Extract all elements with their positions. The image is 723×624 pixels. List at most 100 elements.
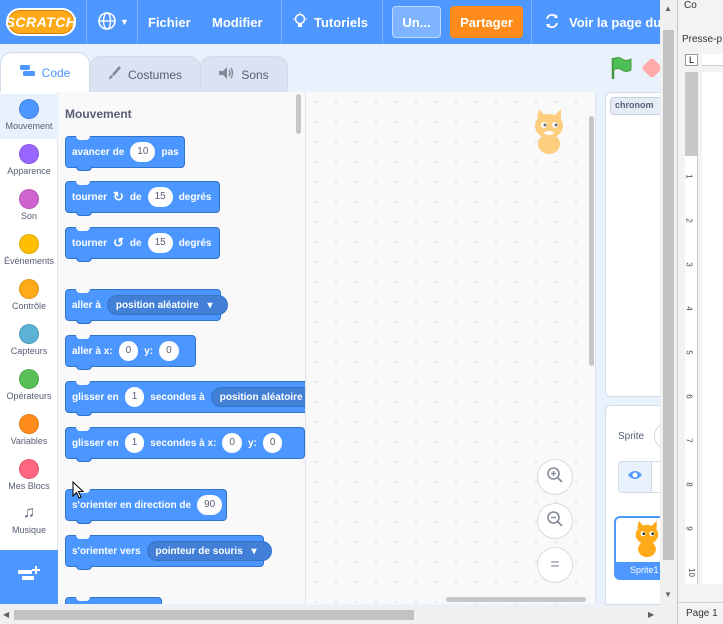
category-label: Variables (10, 436, 48, 446)
ruler-number: 6 (684, 394, 694, 399)
zoom-in-button[interactable] (537, 459, 573, 495)
zoom-reset-button[interactable]: = (537, 547, 573, 583)
project-title-input[interactable]: Un... (392, 6, 441, 38)
category-control[interactable]: Contrôle (0, 274, 58, 319)
category-label: Contrôle (11, 301, 47, 311)
block-glide-to[interactable]: glisser en 1 secondes à position aléatoi… (65, 381, 305, 416)
code-icon (19, 65, 36, 80)
category-sound[interactable]: Son (0, 184, 58, 229)
category-variables[interactable]: Variables (0, 409, 58, 454)
category-label: Son (20, 211, 37, 221)
block-move-steps[interactable]: avancer de 10 pas (65, 136, 185, 171)
eye-icon (627, 468, 643, 486)
tab-code[interactable]: Code (0, 52, 90, 92)
document-page[interactable] (702, 72, 723, 584)
category-motion[interactable]: Mouvement (0, 94, 58, 139)
block-text: tourner (72, 191, 107, 203)
block-text: aller à x: (72, 345, 113, 357)
block-glide-to-xy[interactable]: glisser en 1 secondes à x: 0 y: 0 (65, 427, 305, 462)
y-input[interactable]: 0 (262, 433, 283, 453)
category-label: Opérateurs (6, 391, 52, 401)
tutorials-button[interactable]: Tutoriels (292, 0, 368, 44)
scroll-up-icon[interactable]: ▲ (664, 4, 672, 13)
workspace-vertical-scrollbar[interactable] (589, 116, 594, 366)
degrees-input[interactable]: 15 (147, 187, 173, 207)
steps-input[interactable]: 10 (130, 142, 156, 162)
degrees-input[interactable]: 15 (147, 233, 173, 253)
add-extension-button[interactable] (0, 550, 58, 604)
edit-menu[interactable]: Modifier (212, 0, 263, 44)
ruler-number: 8 (684, 482, 694, 487)
rotate-right-icon: ↻ (113, 189, 124, 204)
events-dot-icon (19, 234, 39, 254)
block-next-partial[interactable] (65, 597, 162, 604)
category-music[interactable]: ♫ Musique (0, 499, 58, 544)
ruler-number: 10 (686, 568, 696, 577)
language-menu[interactable]: ▼ (97, 0, 129, 44)
share-button[interactable]: Partager (450, 6, 523, 38)
direction-input[interactable]: 90 (197, 495, 223, 515)
block-turn-left[interactable]: tourner ↺ de 15 degrés (65, 227, 220, 262)
palette-scrollbar[interactable] (296, 94, 301, 134)
category-sensing[interactable]: Capteurs (0, 319, 58, 364)
block-text: secondes à x: (150, 437, 217, 449)
window-horizontal-scrollbar[interactable]: ◀ ▶ (0, 606, 677, 624)
category-events[interactable]: Événements (0, 229, 58, 274)
see-project-page-label: Voir la page du (569, 14, 662, 30)
tab-costumes[interactable]: Costumes (89, 56, 201, 92)
point-towards-dropdown[interactable]: pointeur de souris ▾ (146, 541, 272, 561)
horizontal-scroll-thumb[interactable] (14, 610, 414, 620)
block-text: tourner (72, 237, 107, 249)
speaker-icon (219, 67, 235, 82)
sprite-watermark-icon (528, 108, 570, 160)
file-menu[interactable]: Fichier (148, 0, 191, 44)
go-to-target-dropdown[interactable]: position aléatoire ▾ (106, 295, 228, 315)
y-input[interactable]: 0 (159, 341, 179, 361)
workspace-horizontal-scrollbar[interactable] (446, 597, 586, 602)
vertical-scroll-thumb[interactable] (663, 30, 674, 560)
chevron-down-icon: ▼ (120, 17, 129, 27)
scroll-left-icon[interactable]: ◀ (3, 610, 9, 619)
scroll-down-icon[interactable]: ▼ (664, 590, 672, 599)
x-input[interactable]: 0 (222, 433, 242, 453)
show-sprite-button[interactable] (618, 461, 652, 493)
block-go-to-xy[interactable]: aller à x: 0 y: 0 (65, 335, 196, 370)
block-point-towards[interactable]: s'orienter vers pointeur de souris ▾ (65, 535, 272, 570)
code-workspace[interactable]: = (306, 92, 596, 604)
seconds-input[interactable]: 1 (124, 433, 145, 453)
mouse-cursor-icon (72, 480, 85, 504)
ruler-number: 4 (684, 306, 694, 311)
menu-divider (531, 0, 532, 44)
dropdown-value: position aléatoire (115, 300, 199, 311)
category-looks[interactable]: Apparence (0, 139, 58, 184)
tutorials-label: Tutoriels (314, 14, 368, 30)
block-point-in-direction[interactable]: s'orienter en direction de 90 (65, 489, 227, 524)
dropdown-value: pointeur de souris (155, 546, 243, 557)
tab-sounds[interactable]: Sons (200, 56, 288, 92)
category-label: Musique (11, 525, 47, 535)
seconds-input[interactable]: 1 (124, 387, 145, 407)
tab-costumes-label: Costumes (127, 67, 183, 82)
block-text: glisser en (72, 391, 119, 403)
tab-selector[interactable]: L (685, 54, 698, 66)
block-go-to[interactable]: aller à position aléatoire ▾ (65, 289, 228, 324)
scratch-logo[interactable]: SCRATCH (6, 8, 76, 36)
block-text: pas (161, 146, 179, 158)
category-my-blocks[interactable]: Mes Blocs (0, 454, 58, 499)
zoom-out-button[interactable] (537, 503, 573, 539)
block-turn-right[interactable]: tourner ↻ de 15 degrés (65, 181, 220, 216)
scroll-right-icon[interactable]: ▶ (648, 610, 654, 619)
sprite-name-label: Sprite (618, 431, 645, 442)
block-text: avancer de (72, 146, 125, 158)
word-window: Co Presse-p L 1234567891011 Page 1 (677, 0, 723, 624)
see-project-page-button[interactable]: Voir la page du (544, 0, 661, 44)
category-label: Mes Blocs (8, 481, 50, 491)
glide-target-dropdown[interactable]: position aléatoire (210, 387, 305, 407)
green-flag-button[interactable] (610, 56, 632, 85)
variables-dot-icon (19, 414, 39, 434)
ruler-margin (685, 72, 698, 156)
ruler-number: 9 (684, 526, 694, 531)
category-operators[interactable]: Opérateurs (0, 364, 58, 409)
x-input[interactable]: 0 (118, 341, 139, 361)
window-vertical-scrollbar[interactable]: ▲ ▼ (660, 0, 677, 606)
